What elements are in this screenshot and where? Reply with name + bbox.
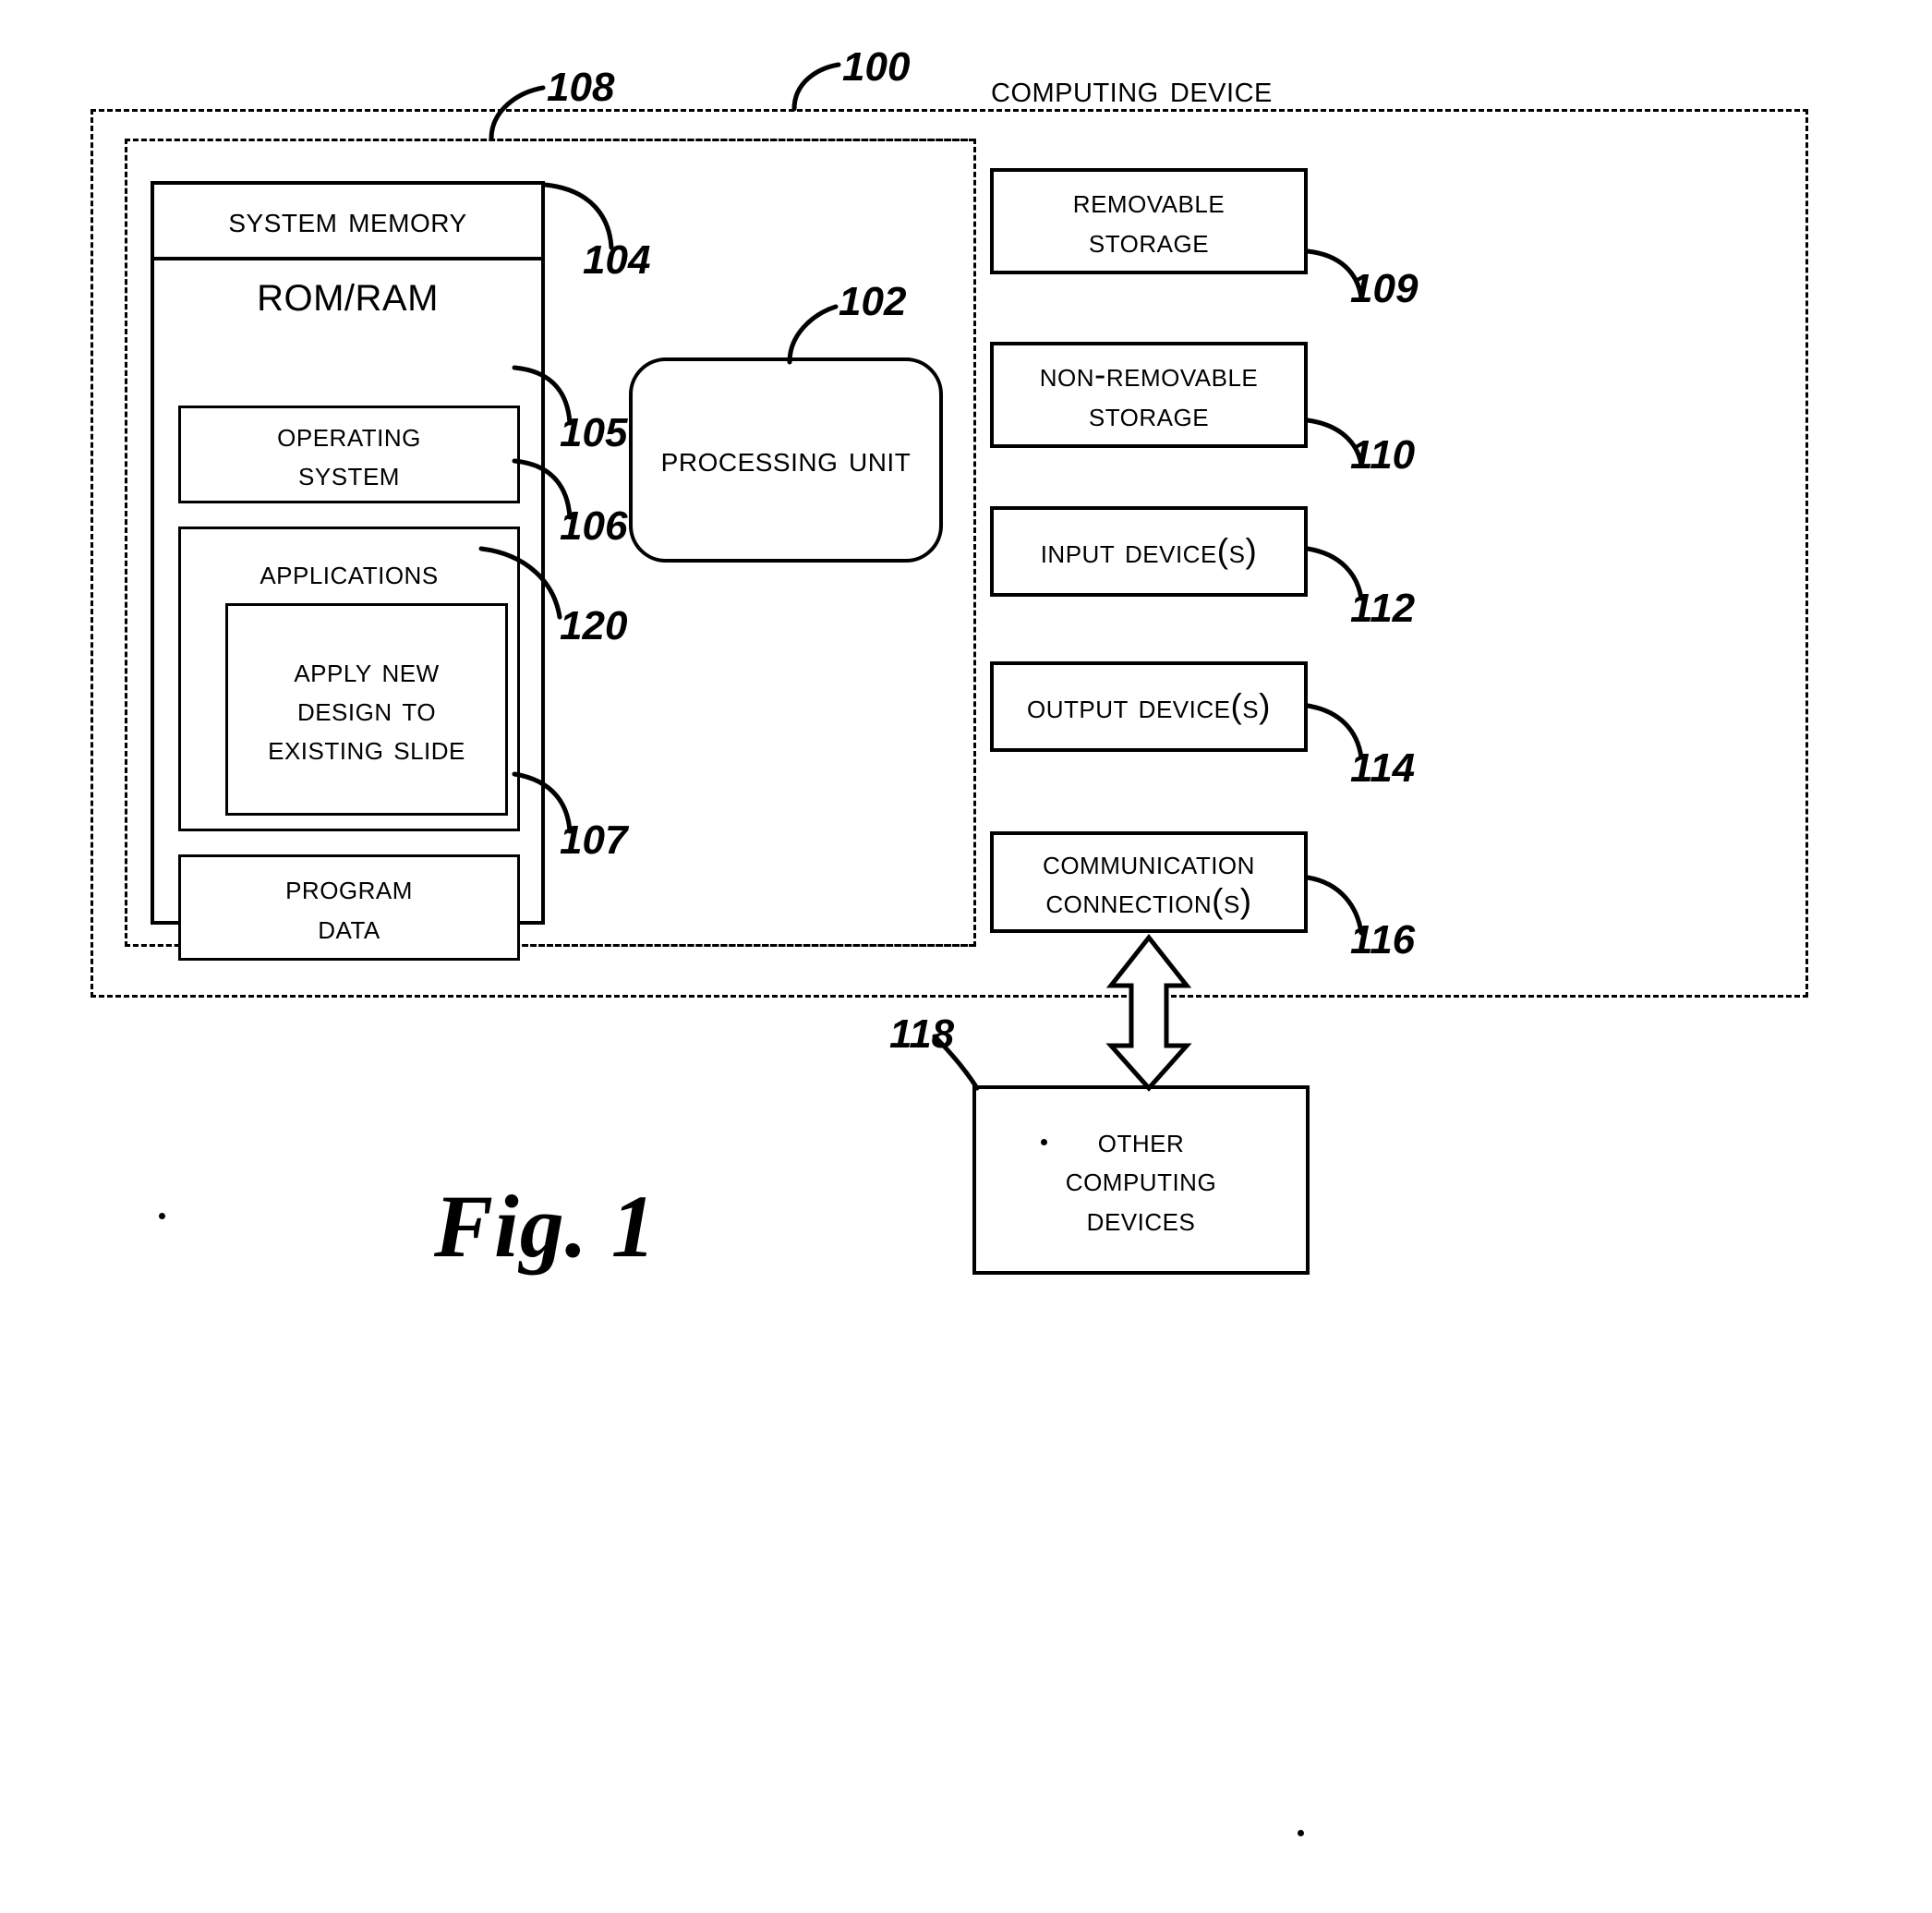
removable-storage-block: Removable Storage	[990, 168, 1308, 274]
refnum-118: 118	[889, 1011, 955, 1057]
refnum-120: 120	[560, 603, 628, 648]
non-removable-storage-line1: Non-Removable	[1039, 356, 1259, 394]
apply-new-design-block: Apply New Design to Existing Slide	[225, 603, 508, 816]
refnum-102: 102	[839, 279, 907, 324]
removable-storage-line2: Storage	[1088, 221, 1210, 260]
refnum-100: 100	[842, 44, 911, 90]
applications-label: Applications	[260, 552, 439, 591]
communication-connections-block: Communication Connection(s)	[990, 831, 1308, 933]
rom-ram-region: ROM/RAM Operating System Applications Ap…	[154, 260, 541, 961]
operating-system-label-line1: Operating	[277, 415, 421, 454]
operating-system-label-line2: System	[298, 454, 400, 492]
refnum-104: 104	[583, 237, 651, 283]
apply-new-design-line1: Apply New	[294, 650, 440, 689]
communication-connections-line1: Communication	[1043, 842, 1255, 881]
output-devices-block: Output Device(s)	[990, 661, 1308, 752]
refnum-106: 106	[560, 503, 628, 549]
rom-ram-label-wrap: ROM/RAM	[154, 272, 541, 325]
output-devices-label: Output Device(s)	[1027, 686, 1271, 725]
refnum-105: 105	[560, 410, 628, 455]
apply-new-design-line3: Existing Slide	[268, 729, 465, 768]
refnum-112: 112	[1350, 586, 1416, 631]
refnum-107: 107	[560, 817, 628, 863]
processing-unit-label: Processing Unit	[660, 439, 912, 480]
input-devices-block: Input Device(s)	[990, 506, 1308, 597]
computing-device-title: Computing Device	[991, 67, 1273, 110]
other-computing-devices-line1: Other	[1097, 1121, 1185, 1160]
other-computing-devices-line2: Computing	[1065, 1160, 1217, 1199]
refnum-114: 114	[1350, 745, 1416, 791]
refnum-108: 108	[547, 65, 615, 110]
other-computing-devices-line3: Devices	[1086, 1199, 1196, 1238]
input-devices-label: Input Device(s)	[1040, 531, 1258, 570]
other-computing-devices-block: Other Computing Devices	[972, 1085, 1310, 1275]
operating-system-block: Operating System	[178, 406, 520, 503]
scan-artifact-dot	[159, 1213, 165, 1219]
non-removable-storage-line2: Storage	[1088, 394, 1210, 433]
figure-caption: Fig. 1	[434, 1177, 657, 1276]
system-memory-block: System Memory ROM/RAM Operating System A…	[151, 181, 545, 961]
processing-unit-block: Processing Unit	[629, 357, 943, 563]
system-memory-label: System Memory	[228, 200, 467, 241]
communication-connections-line2: Connection(s)	[1045, 882, 1252, 920]
refnum-109: 109	[1350, 266, 1419, 311]
apply-new-design-line2: Design to	[296, 689, 437, 728]
applications-label-wrap: Applications	[181, 550, 517, 596]
program-data-line1: Program	[285, 868, 413, 907]
leader-100	[791, 62, 841, 112]
program-data-block: Program Data	[178, 854, 520, 961]
scan-artifact-dot-3	[1298, 1830, 1304, 1836]
patent-figure-page: System Memory ROM/RAM Operating System A…	[0, 0, 1932, 1913]
removable-storage-line1: Removable	[1072, 182, 1226, 221]
rom-ram-label: ROM/RAM	[257, 277, 439, 319]
refnum-116: 116	[1350, 917, 1416, 963]
applications-block: Applications Apply New Design to Existin…	[178, 527, 520, 831]
program-data-line2: Data	[318, 907, 380, 946]
refnum-110: 110	[1350, 432, 1416, 478]
system-memory-title-cell: System Memory	[154, 185, 541, 260]
non-removable-storage-block: Non-Removable Storage	[990, 342, 1308, 448]
scan-artifact-dot-2	[1041, 1139, 1047, 1145]
